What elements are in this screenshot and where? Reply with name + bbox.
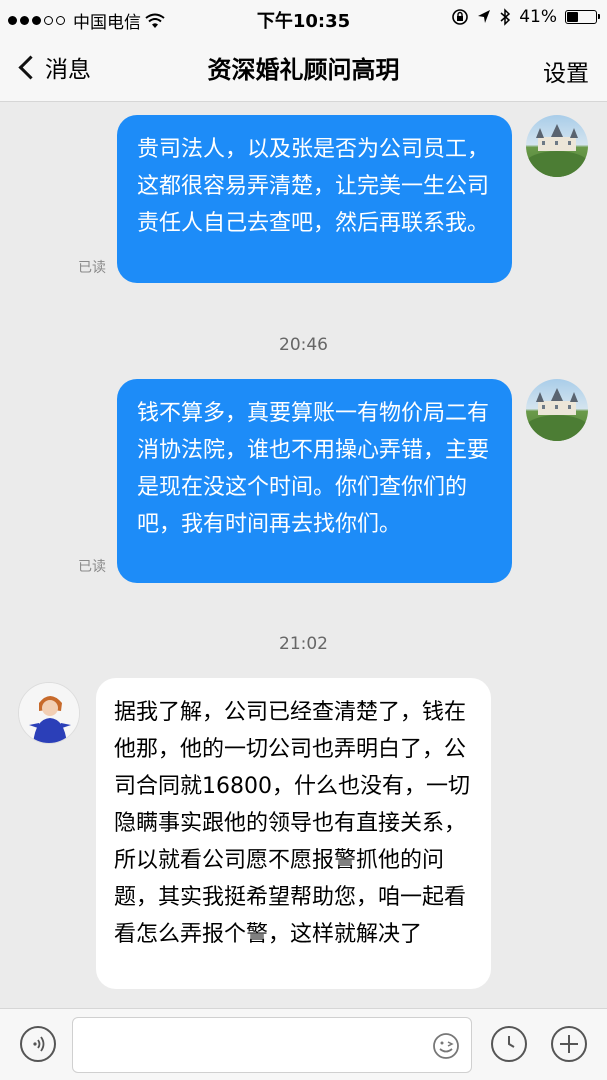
message-bubble-incoming[interactable]: 据我了解，公司已经查清楚了，钱在他那，他的一切公司也弄明白了，公司合同就1680… [96,678,491,989]
voice-button[interactable] [20,1026,56,1062]
message-bubble-outgoing[interactable]: 贵司法人，以及张是否为公司员工，这都很容易弄清楚，让完美一生公司责任人自己去查吧… [117,115,512,283]
read-receipt: 已读 [78,559,106,575]
input-bar [0,1008,607,1080]
page-title: 资深婚礼顾问高玥 [207,56,400,84]
plus-button[interactable] [551,1026,587,1062]
settings-button[interactable]: 设置 [543,54,589,88]
location-icon [478,10,491,23]
castle-image [526,388,588,441]
castle-avatar[interactable] [526,379,588,441]
message-text: 钱不算多，真要算账一有物价局二有消协法院，谁也不用操心弄错，主要是现在没这个时间… [137,401,490,537]
chat-area[interactable]: 贵司法人，以及张是否为公司员工，这都很容易弄清楚，让完美一生公司责任人自己去查吧… [0,102,607,1008]
castle-avatar[interactable] [526,115,588,177]
status-bar: 中国电信 下午10:35 41% [0,0,607,36]
person-image [19,683,79,743]
clock-button[interactable] [491,1026,527,1062]
bluetooth-icon [500,8,511,26]
status-right: 41% [451,7,600,27]
battery-percent: 41% [519,7,557,27]
orientation-lock-icon [452,9,469,25]
message-text: 贵司法人，以及张是否为公司员工，这都很容易弄清楚，让完美一生公司责任人自己去查吧… [137,137,490,236]
message-text: 据我了解，公司已经查清楚了，钱在他那，他的一切公司也弄明白了，公司合同就1680… [114,700,470,947]
message-bubble-outgoing[interactable]: 钱不算多，真要算账一有物价局二有消协法院，谁也不用操心弄错，主要是现在没这个时间… [117,379,512,583]
timestamp: 21:02 [279,634,328,654]
emoji-icon[interactable] [431,1031,461,1061]
nav-bar: 消息 资深婚礼顾问高玥 设置 [0,36,607,102]
clock-icon [508,1036,515,1048]
timestamp: 20:46 [279,335,328,355]
voice-icon [33,1036,45,1052]
read-receipt: 已读 [78,260,106,276]
person-avatar[interactable] [18,682,80,744]
plus-icon [560,1035,578,1053]
message-input[interactable] [72,1017,472,1073]
battery-icon [565,10,600,24]
castle-image [526,124,588,177]
